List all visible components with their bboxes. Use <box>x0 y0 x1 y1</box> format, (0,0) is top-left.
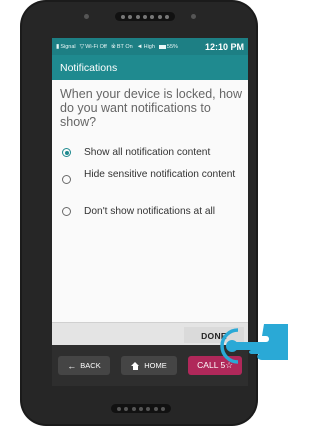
clock: 12:10 PM <box>204 41 244 52</box>
option-show-all[interactable]: Show all notification content <box>62 147 246 158</box>
back-button[interactable]: ← BACK <box>58 356 110 375</box>
wifi-indicator: ▽ Wi-Fi Off <box>79 43 107 51</box>
arrow-left-icon: ← <box>67 360 77 371</box>
proximity-sensor <box>84 14 89 19</box>
radio-unselected[interactable] <box>62 207 71 216</box>
question-text: When your device is locked, how do you w… <box>60 87 243 129</box>
option-hide-sensitive[interactable]: Hide sensitive notification content <box>62 169 246 184</box>
option-label: Hide sensitive notification content <box>84 169 236 180</box>
option-label: Don't show notifications at all <box>84 206 216 217</box>
home-button[interactable]: HOME <box>121 356 177 375</box>
volume-icon: ◄ <box>136 43 143 50</box>
status-bar: ▮ Signal ▽ Wi-Fi Off ※ BT On ◄ High 55% 12:1… <box>52 38 248 55</box>
signal-icon: ▮ <box>56 44 60 50</box>
front-camera <box>191 14 196 19</box>
finger-shape <box>230 324 288 360</box>
house-icon <box>131 361 140 370</box>
radio-selected[interactable] <box>62 148 71 157</box>
page-title: Notifications <box>60 61 118 74</box>
battery-indicator: 55% <box>158 44 178 50</box>
wifi-icon: ▽ <box>79 44 85 50</box>
bluetooth-icon: ※ <box>110 44 116 50</box>
radio-unselected[interactable] <box>62 175 71 184</box>
option-label: Show all notification content <box>84 147 211 158</box>
pointing-hand-icon <box>220 324 288 364</box>
volume-indicator: ◄ High <box>136 43 155 50</box>
battery-icon <box>158 44 166 49</box>
bottom-speaker <box>111 404 171 413</box>
bluetooth-indicator: ※ BT On <box>110 43 133 51</box>
earpiece-speaker <box>115 12 175 21</box>
signal-indicator: ▮ Signal <box>56 43 76 51</box>
title-bar: Notifications <box>52 55 248 80</box>
option-dont-show[interactable]: Don't show notifications at all <box>62 206 246 217</box>
